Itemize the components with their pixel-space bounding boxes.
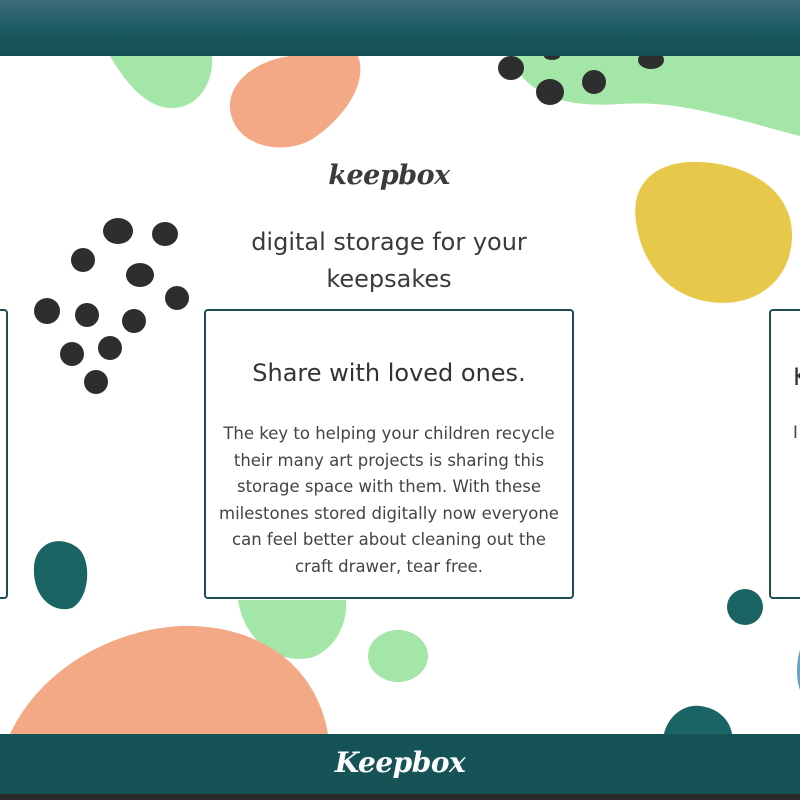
card-title: Share with loved ones.: [252, 359, 526, 387]
bottom-strip: [0, 794, 800, 800]
carousel-card-previous[interactable]: [0, 309, 8, 599]
header-bar: [0, 0, 800, 56]
brand-logo[interactable]: keepbox: [0, 160, 778, 191]
carousel-card-next[interactable]: K I: [769, 309, 800, 599]
card-body: The key to helping your children recycle…: [219, 424, 559, 576]
footer-logo[interactable]: Keepbox: [335, 746, 466, 779]
carousel-card-active: Share with loved ones. The key to helpin…: [204, 309, 574, 599]
footer-bar: Keepbox: [0, 734, 800, 800]
tagline: digital storage for your keepsakes: [251, 228, 527, 293]
card-title-peek: K: [793, 363, 800, 391]
card-body-peek: I: [793, 423, 798, 442]
